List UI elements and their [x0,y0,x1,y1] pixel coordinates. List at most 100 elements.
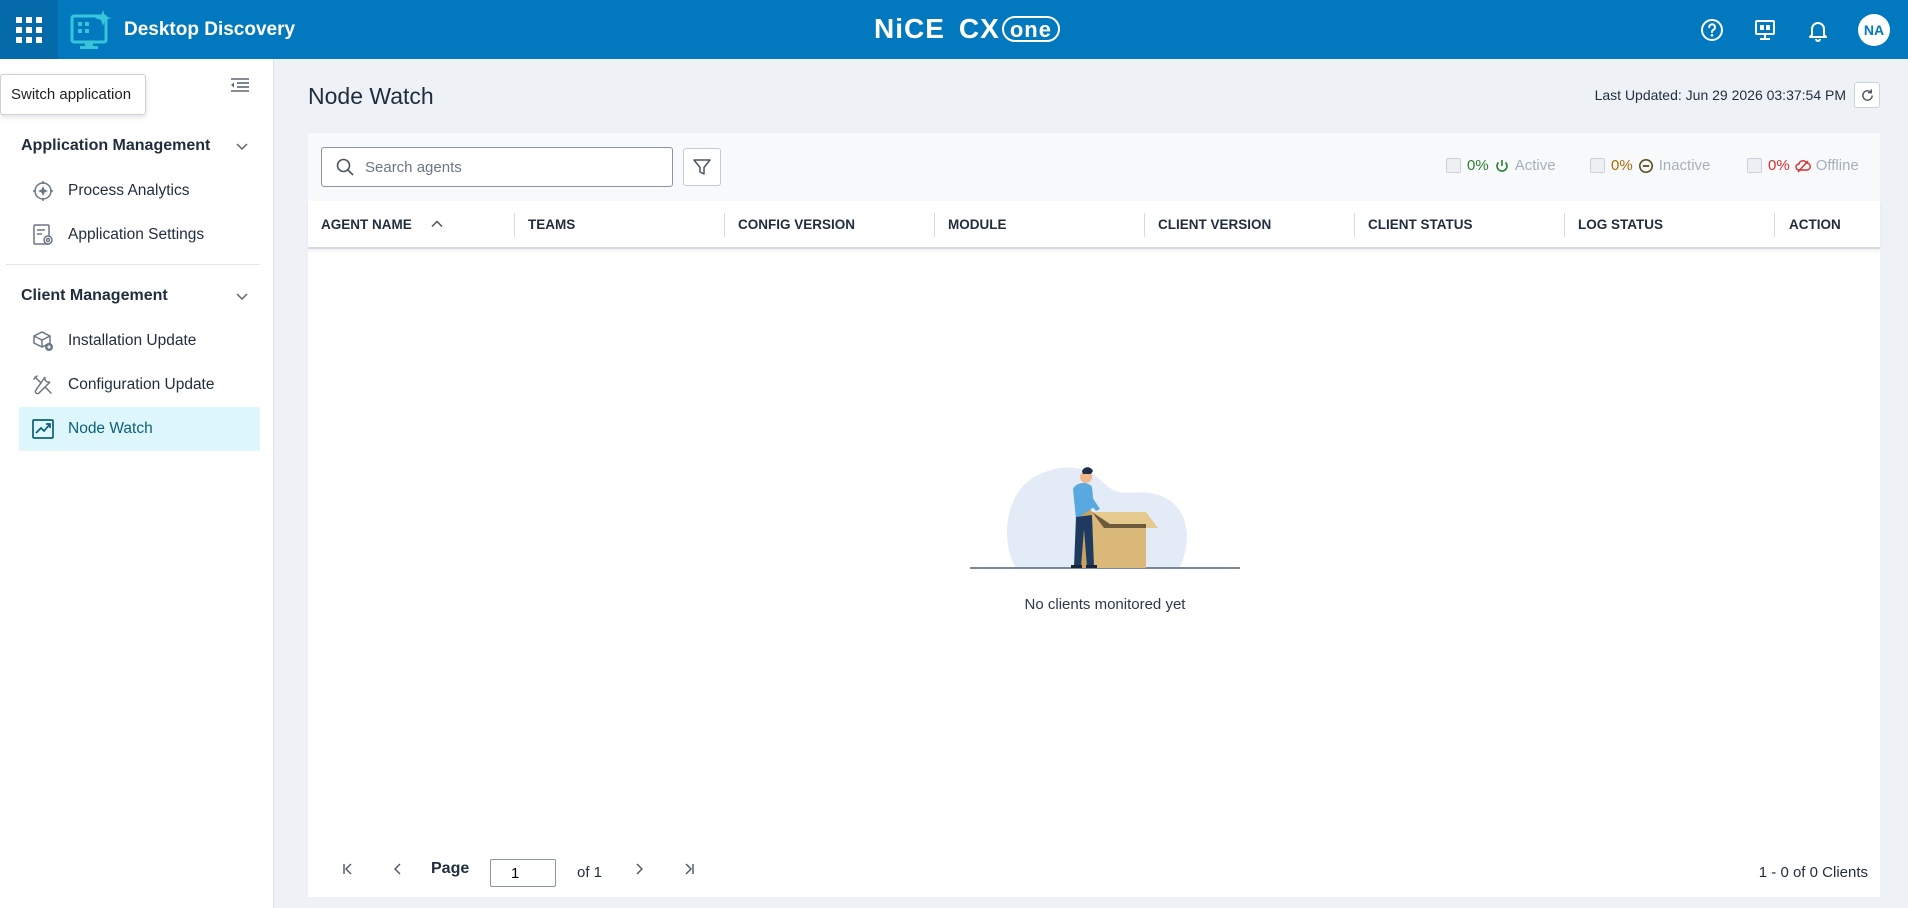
column-client-version[interactable]: CLIENT VERSION [1158,201,1271,247]
page-title: Node Watch [308,83,434,109]
nice-cxone-logo: NiCE CX one [874,13,1060,45]
header-actions: NA [1697,0,1908,59]
table-toolbar: 0% Active 0% Inactive 0% Offline [308,133,1880,201]
search-box [321,147,673,187]
column-separator [1354,213,1355,237]
inactive-label: Inactive [1658,157,1711,174]
column-label: ACTION [1789,216,1841,232]
filter-button[interactable] [683,148,721,186]
presentation-icon [1755,19,1775,40]
search-icon [336,158,354,176]
collapse-sidebar-button[interactable] [228,75,252,95]
sidebar-item-label: Configuration Update [68,376,215,393]
cloud-offline-icon [1795,159,1811,172]
column-label: TEAMS [528,216,576,232]
sidebar-divider [6,264,260,265]
offline-percent: 0% [1768,157,1790,174]
brand-cx: CX [958,13,1000,44]
refresh-icon [1861,88,1873,101]
sidebar-item-application-settings[interactable]: Application Settings [19,213,260,257]
brand-nice: NiCE [874,13,945,44]
inactive-percent: 0% [1611,157,1633,174]
switch-application-tooltip: Switch application [0,74,146,115]
empty-box-illustration [970,467,1240,569]
power-icon [1495,159,1508,172]
column-separator [1564,213,1565,237]
sidebar-item-label: Installation Update [68,332,197,349]
chevron-left-icon [394,863,401,875]
sidebar-item-configuration-update[interactable]: Configuration Update [19,363,260,407]
brand-one: one [1001,16,1060,42]
first-page-icon [343,863,352,875]
waffle-icon [16,16,42,43]
empty-message: No clients monitored yet [1024,596,1186,613]
next-page-button[interactable] [629,859,649,879]
column-config-version[interactable]: CONFIG VERSION [738,201,855,247]
column-separator [514,213,515,237]
inactive-filter-checkbox[interactable] [1590,158,1605,173]
column-label: CLIENT VERSION [1158,216,1272,232]
column-label: LOG STATUS [1578,216,1663,232]
help-icon [1701,18,1723,41]
refresh-button[interactable] [1854,82,1880,108]
user-avatar[interactable]: NA [1858,13,1890,46]
column-agent-name[interactable]: AGENT NAME [321,201,444,247]
filter-icon [693,159,711,175]
chevron-down-icon [236,143,248,151]
process-analytics-icon [30,178,56,204]
active-label: Active [1514,157,1556,174]
help-button[interactable] [1697,15,1727,45]
column-separator [934,213,935,237]
notifications-button[interactable] [1803,15,1833,45]
app-brand: Desktop Discovery [70,8,295,52]
offline-filter-checkbox[interactable] [1747,158,1762,173]
empty-state: No clients monitored yet [960,449,1250,613]
bell-icon [1809,21,1827,42]
page-total: of 1 [577,864,603,881]
sort-ascending-icon [431,220,443,228]
section-client-management[interactable]: Client Management [21,284,249,308]
column-log-status[interactable]: LOG STATUS [1578,201,1663,247]
minus-circle-icon [1638,158,1653,173]
column-action: ACTION [1789,201,1841,247]
column-label: CONFIG VERSION [738,216,856,232]
chevron-down-icon [236,293,248,301]
first-page-button[interactable] [338,859,358,879]
column-separator [1774,213,1775,237]
presentation-button[interactable] [1750,15,1780,45]
sidebar-item-process-analytics[interactable]: Process Analytics [19,169,260,213]
page-number-input[interactable] [490,859,556,887]
section-title: Client Management [21,287,168,304]
column-teams[interactable]: TEAMS [528,201,575,247]
column-separator [1144,213,1145,237]
agents-table: AGENT NAME TEAMS CONFIG VERSION MODULE C… [308,201,1880,897]
installation-update-icon [30,328,56,354]
stat-inactive: 0% Inactive [1590,157,1710,174]
node-watch-icon [30,416,56,442]
sidebar-item-installation-update[interactable]: Installation Update [19,319,260,363]
previous-page-button[interactable] [388,859,408,879]
stat-offline: 0% Offline [1747,157,1859,174]
last-page-button[interactable] [679,859,699,879]
switch-application-button[interactable] [0,0,58,59]
last-page-icon [685,863,694,875]
desktop-discovery-logo-icon [70,10,111,49]
search-input[interactable] [365,158,665,176]
application-settings-icon [30,222,56,248]
results-summary: 1 - 0 of 0 Clients [1758,864,1868,881]
sidebar-item-node-watch[interactable]: Node Watch [19,407,260,451]
stat-active: 0% Active [1446,157,1556,174]
section-application-management[interactable]: Application Management [21,134,249,158]
table-header: AGENT NAME TEAMS CONFIG VERSION MODULE C… [308,201,1880,249]
column-client-status[interactable]: CLIENT STATUS [1368,201,1473,247]
configuration-update-icon [30,372,56,398]
sidebar-item-label: Node Watch [68,420,153,437]
app-name: Desktop Discovery [124,19,296,40]
section-title: Application Management [21,137,211,154]
active-percent: 0% [1467,157,1489,174]
sidebar-item-label: Application Settings [68,226,205,243]
active-filter-checkbox[interactable] [1446,158,1461,173]
offline-label: Offline [1815,157,1859,174]
sidebar: Application Management Process Analytics… [0,59,274,908]
column-module[interactable]: MODULE [948,201,1007,247]
